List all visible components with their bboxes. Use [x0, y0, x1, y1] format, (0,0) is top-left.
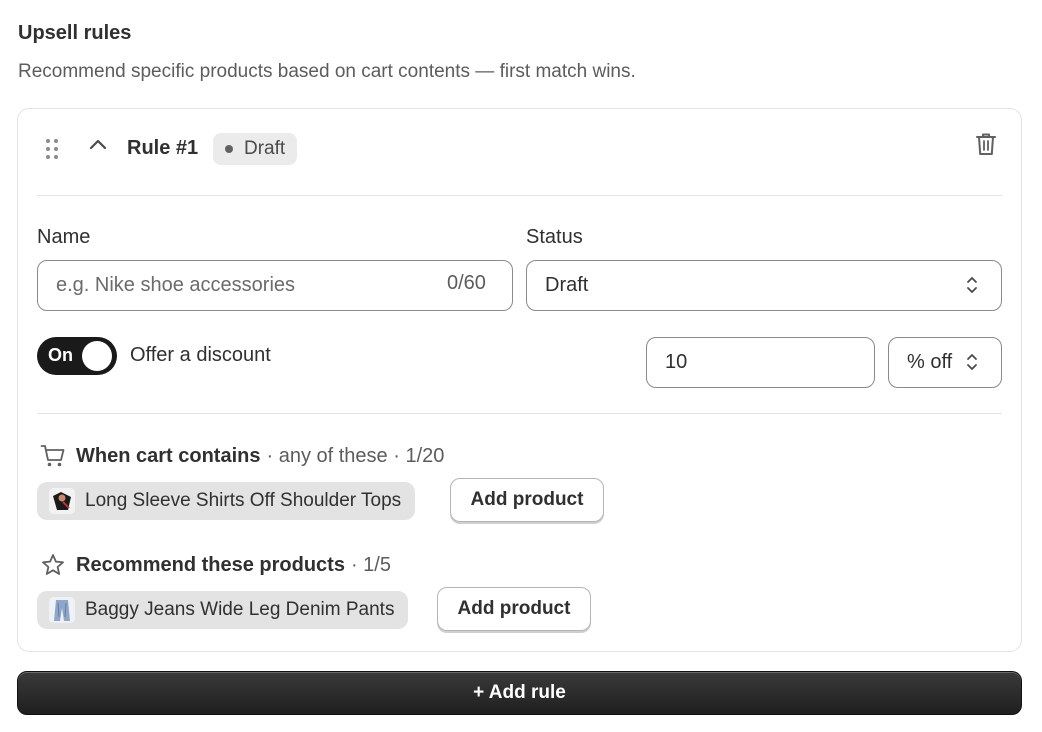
- recommend-product-chip[interactable]: Baggy Jeans Wide Leg Denim Pants: [37, 591, 409, 629]
- status-dot-icon: [225, 145, 233, 153]
- cart-icon: [40, 444, 66, 468]
- discount-unit-select[interactable]: % off: [888, 337, 1002, 388]
- cart-product-chip[interactable]: Long Sleeve Shirts Off Shoulder Tops: [37, 482, 416, 520]
- divider: [37, 413, 1002, 414]
- recommend-section-meta: · 1/5: [350, 553, 391, 576]
- status-badge-label: Draft: [244, 138, 286, 159]
- drag-handle-icon[interactable]: [46, 139, 60, 159]
- name-label: Name: [37, 226, 91, 248]
- cart-section-header: When cart contains · any of these · 1/20: [40, 444, 444, 468]
- divider: [37, 195, 1002, 196]
- cart-product-label: Long Sleeve Shirts Off Shoulder Tops: [85, 490, 402, 511]
- add-rule-button[interactable]: + Add rule: [17, 671, 1022, 715]
- cart-section-meta: · any of these · 1/20: [266, 444, 445, 467]
- product-thumbnail: [49, 488, 75, 514]
- section-subtitle: Recommend specific products based on car…: [18, 61, 636, 82]
- add-recommend-product-button[interactable]: Add product: [437, 587, 591, 631]
- recommend-section-header: Recommend these products · 1/5: [40, 553, 391, 577]
- add-cart-product-button[interactable]: Add product: [450, 478, 604, 522]
- recommend-section-title: Recommend these products: [76, 553, 345, 576]
- chevron-up-icon[interactable]: [88, 136, 108, 152]
- discount-value-input[interactable]: [646, 337, 875, 388]
- product-thumbnail: [49, 597, 75, 623]
- status-select[interactable]: Draft: [526, 260, 1002, 311]
- status-label: Status: [526, 226, 583, 248]
- status-select-value: Draft: [545, 274, 589, 296]
- select-arrows-icon: [965, 274, 979, 296]
- section-title: Upsell rules: [18, 22, 132, 44]
- cart-section-title: When cart contains: [76, 444, 261, 467]
- name-counter: 0/60: [447, 272, 486, 294]
- discount-toggle-label: Offer a discount: [130, 344, 271, 366]
- rule-title: Rule #1: [127, 137, 199, 159]
- name-input[interactable]: [37, 260, 513, 311]
- discount-toggle[interactable]: On: [37, 337, 117, 375]
- toggle-on-text: On: [48, 345, 73, 365]
- status-badge: Draft: [213, 133, 298, 165]
- star-icon: [40, 553, 66, 577]
- discount-unit-value: % off: [907, 351, 953, 373]
- toggle-knob: [82, 341, 112, 371]
- recommend-product-label: Baggy Jeans Wide Leg Denim Pants: [85, 599, 395, 620]
- select-arrows-icon: [965, 351, 979, 373]
- trash-icon[interactable]: [974, 131, 998, 157]
